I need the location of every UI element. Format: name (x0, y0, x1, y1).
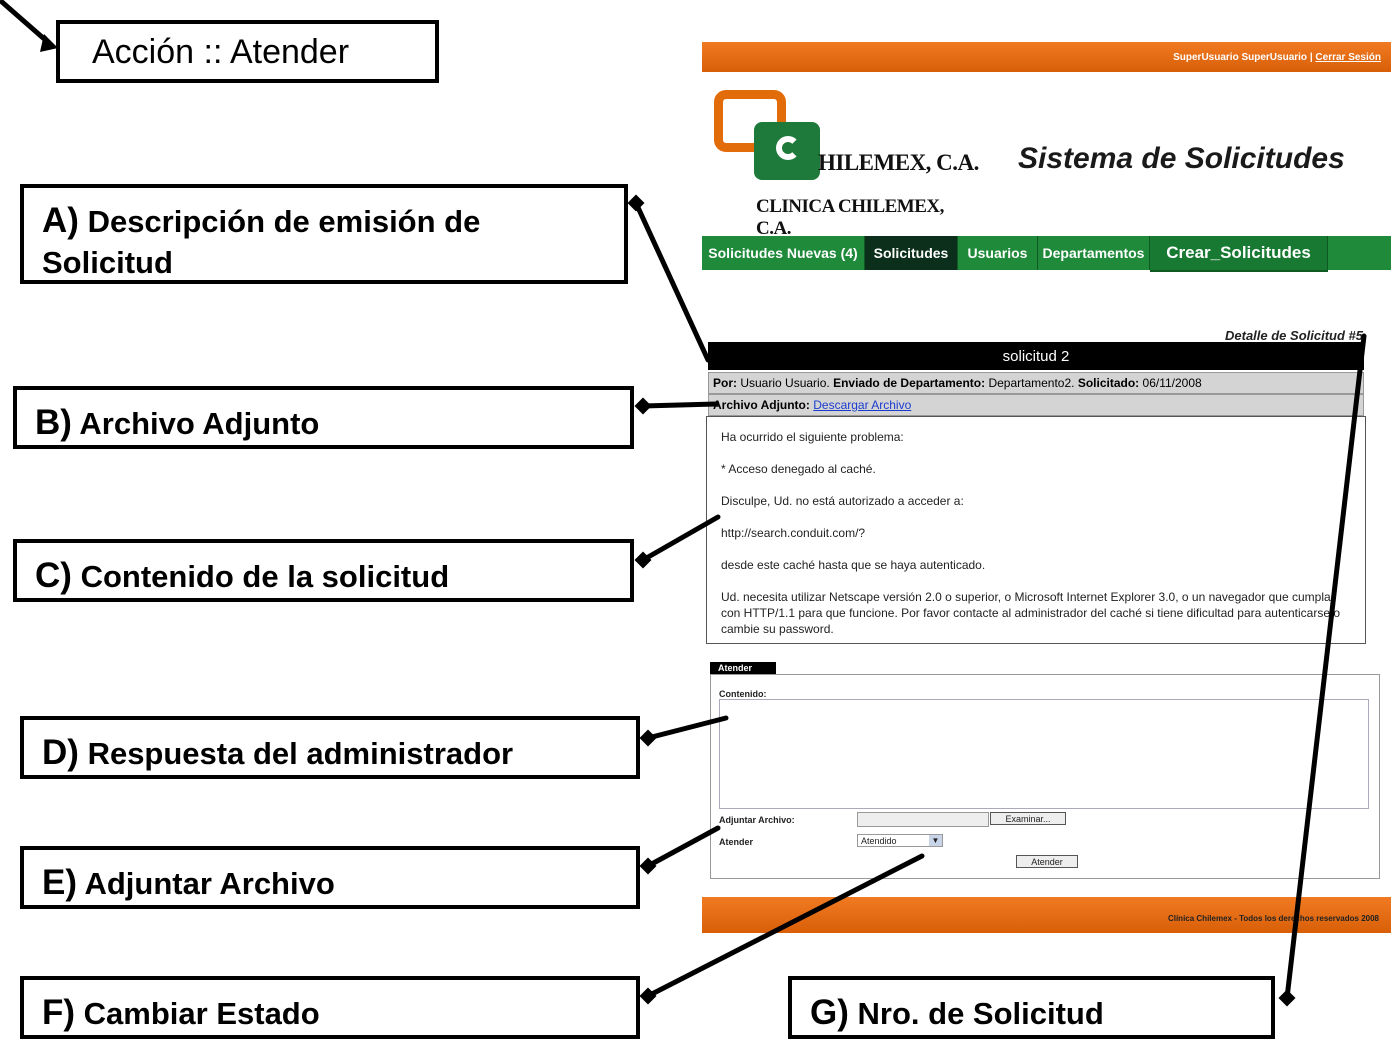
request-meta: Por: Usuario Usuario. Enviado de Departa… (708, 372, 1364, 394)
diagram-title: Acción :: Atender (92, 33, 350, 71)
content-line: http://search.conduit.com/? (721, 526, 866, 540)
attachment-row: Archivo Adjunto: Descargar Archivo (708, 394, 1364, 416)
connector-f-diamond (639, 987, 657, 1005)
callout-d-letter: D) (42, 733, 79, 772)
connector-g-diamond (1278, 989, 1296, 1007)
title-connector (0, 0, 53, 47)
response-textarea[interactable] (719, 699, 1369, 809)
status-select[interactable]: Atendido ▼ (857, 834, 943, 847)
callout-c: C) Contenido de la solicitud (13, 539, 634, 602)
dept-label: Enviado de Departamento: (833, 376, 986, 390)
file-path-input[interactable] (857, 812, 989, 827)
system-title: Sistema de Solicitudes (1018, 142, 1345, 175)
connector-a (633, 200, 711, 363)
nav-departments[interactable]: Departamentos (1038, 236, 1150, 270)
connector-b-diamond (634, 397, 652, 415)
status-select-value: Atendido (861, 836, 897, 846)
top-bar: SuperUsuario SuperUsuario | Cerrar Sesió… (702, 42, 1391, 72)
callout-e: E) Adjuntar Archivo (20, 846, 640, 909)
footer-text: Clínica Chilemex - Todos los derechos re… (1167, 914, 1379, 923)
callout-a-line1: A) Descripción de emisión de (42, 202, 480, 241)
app-screenshot: SuperUsuario SuperUsuario | Cerrar Sesió… (702, 42, 1391, 937)
connector-c-diamond (634, 551, 652, 569)
tab-attend[interactable]: Atender (710, 662, 776, 674)
dept-value: Departamento2. (988, 376, 1075, 390)
status-label: Atender (719, 837, 754, 847)
nav-requests[interactable]: Solicitudes (865, 236, 958, 270)
response-form: Contenido: Adjuntar Archivo: Examinar...… (710, 674, 1380, 879)
callout-b-text: Archivo Adjunto (79, 406, 320, 441)
by-value: Usuario Usuario. (740, 376, 830, 390)
request-content: Ha ocurrido el siguiente problema: * Acc… (706, 416, 1366, 644)
callout-d: D) Respuesta del administrador (20, 716, 640, 779)
callout-c-letter: C) (35, 556, 72, 595)
connector-d-diamond (639, 729, 657, 747)
diagram-title-box: Acción :: Atender (56, 20, 439, 83)
connector-a-diamond (627, 194, 645, 212)
callout-a-text1: Descripción de emisión de (87, 204, 481, 239)
callout-f-text: Cambiar Estado (83, 996, 320, 1031)
nav-new-requests[interactable]: Solicitudes Nuevas (4) (702, 236, 865, 270)
footer: Clínica Chilemex - Todos los derechos re… (702, 897, 1391, 933)
connector-e-diamond (639, 857, 657, 875)
callout-a: A) Descripción de emisión de Solicitud (20, 184, 628, 284)
callout-c-text: Contenido de la solicitud (80, 559, 450, 594)
nav-create-requests[interactable]: Crear_Solicitudes (1150, 236, 1328, 272)
content-line: * Acceso denegado al caché. (721, 462, 876, 476)
callout-g: G) Nro. de Solicitud (788, 976, 1275, 1039)
user-area: SuperUsuario SuperUsuario | Cerrar Sesió… (1173, 52, 1381, 63)
logo-subtitle: CLINICA CHILEMEX, C.A. (756, 196, 944, 239)
content-label: Contenido: (719, 689, 767, 699)
callout-f-letter: F) (42, 993, 76, 1032)
user-separator: | (1309, 52, 1313, 63)
attachment-label: Archivo Adjunto: (713, 398, 810, 412)
logo-name: HILEMEX, C.A. (818, 150, 979, 175)
attend-submit-button[interactable]: Atender (1016, 855, 1078, 868)
main-nav: Solicitudes Nuevas (4) Solicitudes Usuar… (702, 236, 1391, 272)
content-line: Ha ocurrido el siguiente problema: (721, 430, 904, 444)
content-line: Ud. necesita utilizar Netscape versión 2… (721, 590, 1341, 636)
download-attachment-link[interactable]: Descargar Archivo (813, 398, 911, 412)
chevron-down-icon[interactable]: ▼ (929, 835, 942, 846)
logo-green-shape (754, 122, 820, 180)
callout-b: B) Archivo Adjunto (13, 386, 634, 449)
callout-e-text: Adjuntar Archivo (84, 866, 335, 901)
callout-g-letter: G) (810, 993, 849, 1032)
logo: HILEMEX, C.A. CLINICA CHILEMEX, C.A. (714, 90, 980, 239)
callout-g-text: Nro. de Solicitud (857, 996, 1104, 1031)
callout-a-letter: A) (42, 201, 79, 240)
callout-f: F) Cambiar Estado (20, 976, 640, 1039)
callout-a-line2: Solicitud (42, 245, 173, 280)
attach-file-label: Adjuntar Archivo: (719, 815, 795, 825)
browse-button[interactable]: Examinar... (990, 812, 1066, 825)
logout-link[interactable]: Cerrar Sesión (1315, 52, 1381, 63)
callout-d-text: Respuesta del administrador (87, 736, 514, 771)
date-value: 06/11/2008 (1142, 376, 1202, 390)
request-title: solicitud 2 (708, 342, 1364, 370)
by-label: Por: (713, 376, 737, 390)
callout-b-letter: B) (35, 403, 72, 442)
request-number: Detalle de Solicitud #5 (1225, 328, 1363, 343)
callout-e-letter: E) (42, 863, 77, 902)
user-name: SuperUsuario SuperUsuario (1173, 52, 1308, 63)
nav-users[interactable]: Usuarios (958, 236, 1038, 270)
date-label: Solicitado: (1077, 376, 1140, 390)
content-line: Disculpe, Ud. no está autorizado a acced… (721, 494, 964, 508)
content-line: desde este caché hasta que se haya auten… (721, 558, 986, 572)
